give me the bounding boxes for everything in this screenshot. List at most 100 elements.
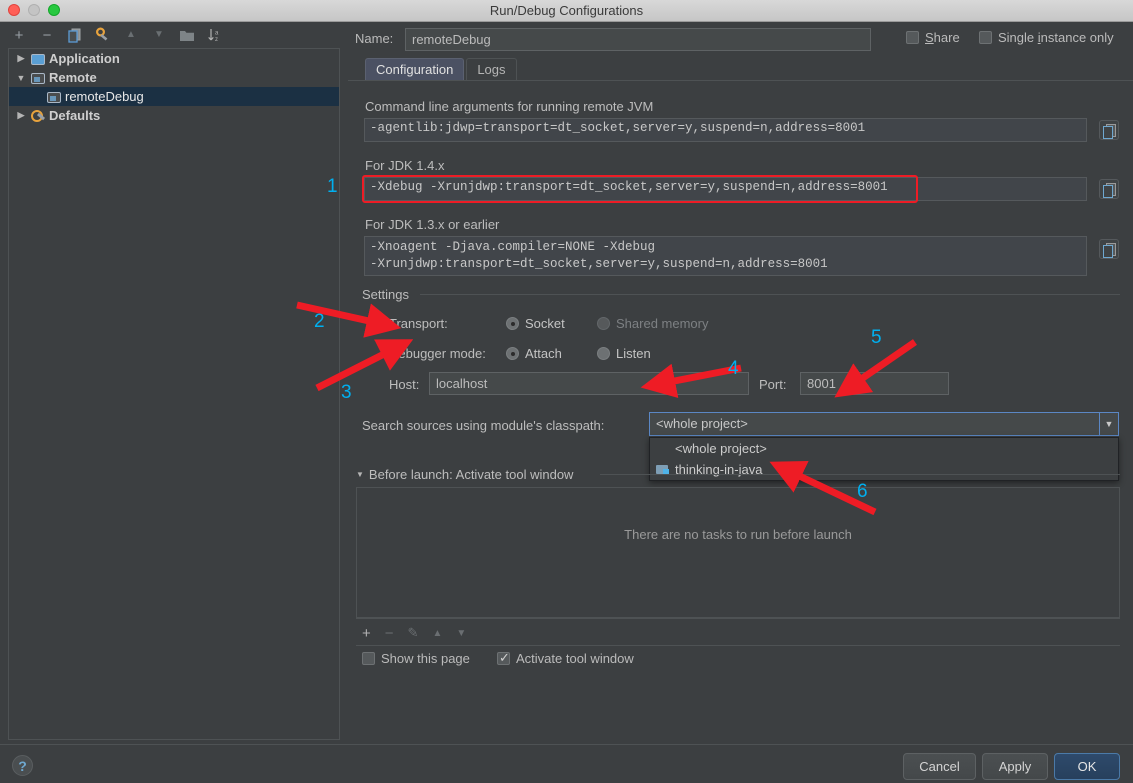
expander-icon[interactable]: ▼: [15, 73, 27, 83]
tree-item-remotedebug[interactable]: remoteDebug: [9, 87, 339, 106]
activate-tool-window-label: Activate tool window: [516, 651, 634, 666]
single-instance-label: Single instance only: [998, 30, 1114, 45]
cancel-button[interactable]: Cancel: [903, 753, 976, 780]
jdk13-field[interactable]: -Xnoagent -Djava.compiler=NONE -Xdebug -…: [364, 236, 1087, 276]
classpath-selected-value: <whole project>: [656, 416, 748, 431]
debugger-mode-label: Debugger mode:: [389, 346, 486, 361]
cmdline-field[interactable]: -agentlib:jdwp=transport=dt_socket,serve…: [364, 118, 1087, 142]
share-checkbox[interactable]: Share: [906, 30, 960, 45]
annotation-number-4: 4: [728, 358, 739, 379]
annotation-number-5: 5: [871, 327, 882, 348]
wrench-icon: [31, 109, 45, 123]
cmdline-label: Command line arguments for running remot…: [365, 99, 654, 114]
tree-item-remote[interactable]: ▼ Remote: [9, 68, 339, 87]
single-instance-checkbox-box[interactable]: [979, 31, 992, 44]
edit-defaults-gear-icon[interactable]: [92, 25, 114, 45]
radio-debugger-attach[interactable]: Attach: [506, 346, 562, 361]
radio-label: Shared memory: [616, 316, 709, 331]
jdk14-field[interactable]: -Xdebug -Xrunjdwp:transport=dt_socket,se…: [364, 177, 1087, 201]
copy-jdk13-button[interactable]: [1099, 239, 1119, 259]
before-launch-tasks-list[interactable]: There are no tasks to run before launch: [356, 487, 1120, 618]
host-label: Host:: [389, 377, 420, 392]
add-task-button[interactable]: +: [362, 625, 371, 642]
name-label: Name:: [355, 31, 394, 46]
radio-transport-socket[interactable]: Socket: [506, 316, 565, 331]
radio-button[interactable]: [597, 347, 610, 360]
classpath-combobox[interactable]: <whole project> ▼: [649, 412, 1119, 436]
application-icon: [31, 54, 45, 65]
chevron-down-icon[interactable]: ▼: [356, 470, 364, 479]
host-input[interactable]: localhost: [429, 372, 749, 395]
remote-icon: [47, 92, 61, 103]
radio-button[interactable]: [597, 317, 610, 330]
name-input[interactable]: remoteDebug: [405, 28, 871, 51]
dropdown-item-label: <whole project>: [675, 441, 767, 456]
jdk13-label: For JDK 1.3.x or earlier: [365, 217, 500, 232]
remove-task-button[interactable]: −: [385, 625, 394, 642]
svg-text:z: z: [215, 37, 218, 43]
copy-jdk14-button[interactable]: [1099, 179, 1119, 199]
port-input[interactable]: 8001: [800, 372, 949, 395]
tree-item-label: remoteDebug: [65, 89, 144, 104]
move-up-button[interactable]: ▲: [120, 25, 142, 45]
classpath-label: Search sources using module's classpath:: [362, 418, 605, 433]
remove-configuration-button[interactable]: −: [36, 25, 58, 45]
annotation-number-3: 3: [341, 382, 352, 403]
configurations-tree[interactable]: ▶ Application ▼ Remote remoteDebug ▶ Def…: [8, 48, 340, 740]
apply-button[interactable]: Apply: [982, 753, 1048, 780]
show-this-page-checkbox[interactable]: Show this page: [362, 651, 470, 666]
tree-item-defaults[interactable]: ▶ Defaults: [9, 106, 339, 125]
footer-divider: [0, 744, 1133, 745]
settings-divider: [420, 294, 1120, 295]
edit-task-button[interactable]: ✎: [408, 625, 419, 641]
move-task-up-button[interactable]: ▲: [432, 628, 442, 639]
move-task-down-button[interactable]: ▼: [456, 628, 466, 639]
radio-transport-shared-memory[interactable]: Shared memory: [597, 316, 708, 331]
config-tabs: Configuration Logs: [365, 58, 517, 80]
help-button[interactable]: ?: [12, 755, 33, 776]
activate-tool-window-checkbox[interactable]: Activate tool window: [497, 650, 634, 666]
single-instance-checkbox[interactable]: Single instance only: [979, 30, 1114, 45]
jdk14-label: For JDK 1.4.x: [365, 158, 445, 173]
copy-configuration-icon[interactable]: [64, 25, 86, 45]
window-title: Run/Debug Configurations: [489, 3, 644, 18]
show-this-page-checkbox-box[interactable]: [362, 652, 375, 665]
tab-logs[interactable]: Logs: [466, 58, 517, 80]
svg-text:a: a: [215, 30, 219, 36]
chevron-down-icon[interactable]: ▼: [1099, 413, 1118, 435]
show-this-page-label: Show this page: [381, 651, 470, 666]
activate-tool-window-checkbox-box[interactable]: [497, 650, 510, 666]
tree-item-label: Remote: [49, 70, 97, 85]
copy-cmdline-button[interactable]: [1099, 120, 1119, 140]
settings-section-label: Settings: [362, 287, 409, 302]
remote-icon: [31, 73, 45, 84]
radio-debugger-listen[interactable]: Listen: [597, 346, 651, 361]
dropdown-item-thinking-in-java[interactable]: thinking-in-java: [650, 459, 1118, 480]
window-titlebar: Run/Debug Configurations: [0, 0, 1133, 22]
annotation-number-2: 2: [314, 311, 325, 332]
dropdown-item-whole-project[interactable]: <whole project>: [650, 438, 1118, 459]
radio-button[interactable]: [506, 347, 519, 360]
expander-icon[interactable]: ▶: [15, 53, 27, 64]
run-debug-configurations-dialog: Run/Debug Configurations + − ▲ ▼ az ▶ Ap…: [0, 0, 1133, 783]
annotation-number-6: 6: [857, 481, 868, 502]
move-down-button[interactable]: ▼: [148, 25, 170, 45]
ok-button[interactable]: OK: [1054, 753, 1120, 780]
radio-button[interactable]: [506, 317, 519, 330]
before-launch-header[interactable]: ▼ Before launch: Activate tool window: [356, 467, 573, 482]
configurations-toolbar: + − ▲ ▼ az: [0, 22, 345, 48]
radio-label: Listen: [616, 346, 651, 361]
tree-item-application[interactable]: ▶ Application: [9, 49, 339, 68]
tab-configuration[interactable]: Configuration: [365, 58, 465, 80]
no-tasks-message: There are no tasks to run before launch: [624, 527, 852, 542]
share-checkbox-box[interactable]: [906, 31, 919, 44]
expander-icon[interactable]: ▶: [15, 110, 27, 121]
tree-item-label: Application: [49, 51, 120, 66]
before-launch-divider: [600, 474, 1120, 475]
add-configuration-button[interactable]: +: [8, 25, 30, 45]
transport-label: Transport:: [389, 316, 448, 331]
sort-alphabetically-icon[interactable]: az: [204, 25, 226, 45]
share-label: Share: [925, 30, 960, 45]
new-folder-icon[interactable]: [176, 25, 198, 45]
tasks-toolbar-divider: [356, 618, 1120, 619]
